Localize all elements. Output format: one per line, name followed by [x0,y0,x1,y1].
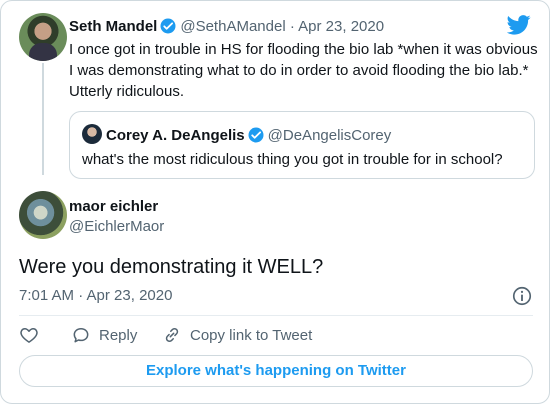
link-icon [165,327,179,343]
verified-badge-icon [248,127,264,143]
parent-author-handle[interactable]: @SethAMandel [180,18,285,35]
quoted-tweet[interactable]: Corey A. DeAngelis @DeAngelisCorey what's… [69,111,535,179]
parent-author-name[interactable]: Seth Mandel [69,18,157,35]
copy-link-label: Copy link to Tweet [190,327,313,344]
parent-tweet-date[interactable]: Apr 23, 2020 [298,18,384,35]
tweet-timestamp[interactable]: 7:01 AM · Apr 23, 2020 [19,286,172,306]
like-button[interactable] [19,324,39,348]
quoted-tweet-header: Corey A. DeAngelis @DeAngelisCorey [82,124,391,146]
main-author-name[interactable]: maor eichler [69,197,158,217]
verified-badge-icon [160,18,176,34]
reply-bubble-icon [73,328,89,343]
copy-link-button[interactable]: Copy link to Tweet [162,324,312,348]
parent-tweet-text: I once got in trouble in HS for flooding… [69,41,538,100]
info-icon[interactable] [511,285,533,307]
parent-author-avatar[interactable] [19,13,67,61]
quoted-author-handle: @DeAngelisCorey [267,127,392,144]
tweet-actions: Reply Copy link to Tweet [19,324,533,348]
quoted-author-avatar [82,124,102,144]
main-author-avatar[interactable] [19,191,67,239]
thread-connector-line [42,63,44,175]
reply-label: Reply [99,327,138,344]
explore-twitter-button[interactable]: Explore what's happening on Twitter [19,355,533,387]
embedded-tweet-card: Seth Mandel @SethAMandel · Apr 23, 2020 I… [0,0,550,404]
main-tweet-text: Were you demonstrating it WELL? [19,256,324,278]
heart-icon [20,328,38,343]
quoted-tweet-text: what's the most ridiculous thing you got… [82,151,503,168]
parent-tweet-header: Seth Mandel @SethAMandel · Apr 23, 2020 [69,17,384,37]
reply-button[interactable]: Reply [71,324,137,348]
quoted-author-name: Corey A. DeAngelis [106,127,245,144]
main-author-handle[interactable]: @EichlerMaor [69,217,164,237]
separator-dot: · [289,18,295,35]
twitter-bird-icon[interactable] [507,15,531,35]
divider [19,315,533,316]
